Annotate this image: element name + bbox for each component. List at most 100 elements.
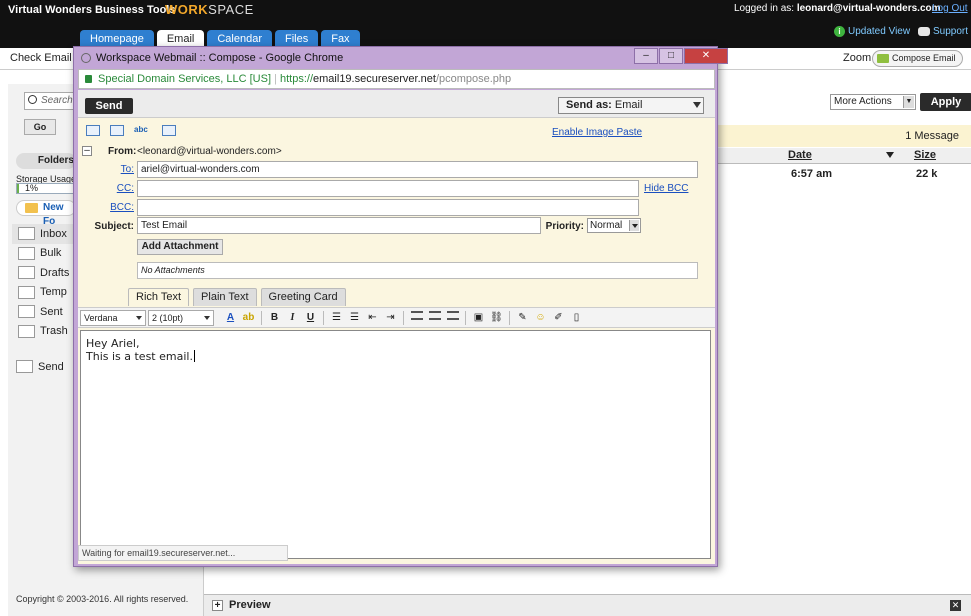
enable-image-paste-link[interactable]: Enable Image Paste [552, 127, 642, 138]
storage-fill [17, 184, 19, 193]
maximize-button[interactable]: □ [659, 48, 683, 64]
folders-tab[interactable]: Folders [16, 153, 76, 169]
attachments-list: No Attachments [137, 262, 698, 279]
column-date[interactable]: Date [788, 149, 812, 161]
body-line: Hey Ariel, [86, 337, 140, 350]
logout-link[interactable]: Log Out [932, 3, 968, 14]
trash-icon [18, 324, 35, 338]
from-value: <leonard@virtual-wonders.com> [137, 146, 282, 157]
font-select[interactable]: Verdana [80, 310, 146, 326]
new-folder-button[interactable]: New Fo [16, 200, 76, 227]
storage-usage-bar: 1% [16, 183, 76, 194]
zoom-label[interactable]: Zoom [843, 52, 871, 64]
edit-icon[interactable]: ✎ [515, 310, 530, 325]
emoji-icon[interactable]: ☺ [533, 310, 548, 325]
chevron-down-icon [136, 316, 142, 320]
new-document-icon[interactable]: ▯ [569, 310, 584, 325]
more-actions-select[interactable]: More Actions ▼ [830, 94, 916, 110]
close-window-button[interactable]: ✕ [684, 48, 728, 64]
compose-email-button[interactable]: Compose Email [872, 50, 963, 67]
preview-label: Preview [229, 599, 271, 611]
chevron-down-icon [629, 220, 639, 231]
compose-icon-row: abc [86, 125, 176, 136]
send-strip: Send Send as: Email [78, 90, 715, 118]
separator [465, 310, 466, 325]
eraser-icon[interactable]: ✐ [551, 310, 566, 325]
workspace-logo: WORKSPACE [165, 2, 254, 17]
apply-button[interactable]: Apply [920, 93, 971, 111]
insert-image-icon[interactable]: ▣ [471, 310, 486, 325]
send-button[interactable]: Send [85, 98, 133, 114]
cc-field[interactable] [137, 180, 639, 197]
folder-bulk[interactable]: Bulk [12, 244, 78, 264]
favicon-icon [81, 53, 91, 63]
bcc-field[interactable] [137, 199, 639, 216]
subject-field[interactable]: Test Email [137, 217, 541, 234]
collapse-icon[interactable]: – [82, 146, 92, 156]
folder-sent[interactable]: Sent [12, 302, 78, 322]
hide-bcc-link[interactable]: Hide BCC [644, 183, 688, 194]
copyright-text: Copyright © 2003-2016. All rights reserv… [16, 594, 189, 604]
save-draft-icon[interactable] [110, 125, 124, 136]
support-link[interactable]: Support [918, 26, 968, 37]
expand-icon[interactable]: + [212, 600, 223, 611]
updated-view-link[interactable]: i Updated View [834, 26, 910, 37]
chevron-down-icon [693, 102, 701, 108]
folder-list: Inbox Bulk Drafts Temp Sent Trash [12, 224, 78, 341]
to-link[interactable]: To: [121, 164, 134, 175]
bcc-link[interactable]: BCC: [110, 202, 134, 213]
message-row-date[interactable]: 6:57 am [791, 168, 832, 180]
align-right-icon[interactable] [445, 310, 460, 325]
message-row-size[interactable]: 22 k [916, 168, 937, 180]
bold-icon[interactable]: B [267, 310, 282, 325]
sort-desc-icon[interactable] [886, 152, 894, 158]
browser-status-bar: Waiting for email19.secureserver.net... [78, 545, 288, 561]
user-email: leonard@virtual-wonders.com [796, 3, 941, 14]
tab-greeting-card[interactable]: Greeting Card [260, 288, 346, 306]
send-queue-item[interactable]: Send [16, 360, 64, 373]
priority-select[interactable]: Normal [587, 218, 641, 233]
chevron-down-icon [204, 316, 210, 320]
tab-rich-text[interactable]: Rich Text [128, 288, 190, 306]
folder-trash[interactable]: Trash [12, 322, 78, 342]
address-book-icon[interactable] [86, 125, 100, 136]
separator [323, 310, 324, 325]
italic-icon[interactable]: I [285, 310, 300, 325]
compose-body: Send Send as: Email abc Enable Image Pas… [78, 90, 715, 564]
go-button[interactable]: Go [24, 119, 56, 135]
format-toolbar: Verdana 2 (10pt) A ab B I U ☰ ☰ ⇤ ⇥ ▣ ⛓ … [78, 307, 715, 328]
cc-link[interactable]: CC: [117, 183, 134, 194]
spellcheck-icon[interactable]: abc [134, 125, 152, 136]
check-email-button[interactable]: Check Email [10, 52, 72, 64]
highlight-color-icon[interactable]: ab [241, 310, 256, 325]
align-left-icon[interactable] [409, 310, 424, 325]
folder-templates[interactable]: Temp [12, 283, 78, 303]
folder-drafts[interactable]: Drafts [12, 263, 78, 283]
close-icon[interactable]: ✕ [950, 600, 961, 611]
bullet-list-icon[interactable]: ☰ [347, 310, 362, 325]
message-body-editor[interactable]: Hey Ariel, This is a test email. [80, 330, 711, 559]
indent-icon[interactable]: ⇥ [383, 310, 398, 325]
minimize-button[interactable]: – [634, 48, 658, 64]
editor-tabs: Rich Text Plain Text Greeting Card [128, 288, 346, 306]
outdent-icon[interactable]: ⇤ [365, 310, 380, 325]
save-menu-icon[interactable] [162, 125, 176, 136]
column-size[interactable]: Size [914, 149, 936, 161]
format-buttons: A ab B I U ☰ ☰ ⇤ ⇥ ▣ ⛓ ✎ ☺ ✐ ▯ [223, 310, 584, 325]
to-field[interactable]: ariel@virtual-wonders.com [137, 161, 698, 178]
priority-label: Priority: [545, 221, 584, 232]
body-line: This is a test email. [86, 350, 193, 363]
text-cursor [193, 350, 195, 362]
insert-link-icon[interactable]: ⛓ [489, 310, 504, 325]
folder-inbox[interactable]: Inbox [12, 224, 78, 244]
numbered-list-icon[interactable]: ☰ [329, 310, 344, 325]
send-as-select[interactable]: Send as: Email [558, 97, 704, 114]
align-center-icon[interactable] [427, 310, 442, 325]
add-attachment-button[interactable]: Add Attachment [137, 239, 223, 255]
address-bar[interactable]: Special Domain Services, LLC [US] | http… [78, 69, 715, 89]
font-color-icon[interactable]: A [223, 310, 238, 325]
compose-popup-window: Workspace Webmail :: Compose - Google Ch… [73, 46, 728, 567]
font-size-select[interactable]: 2 (10pt) [148, 310, 214, 326]
underline-icon[interactable]: U [303, 310, 318, 325]
tab-plain-text[interactable]: Plain Text [193, 288, 257, 306]
